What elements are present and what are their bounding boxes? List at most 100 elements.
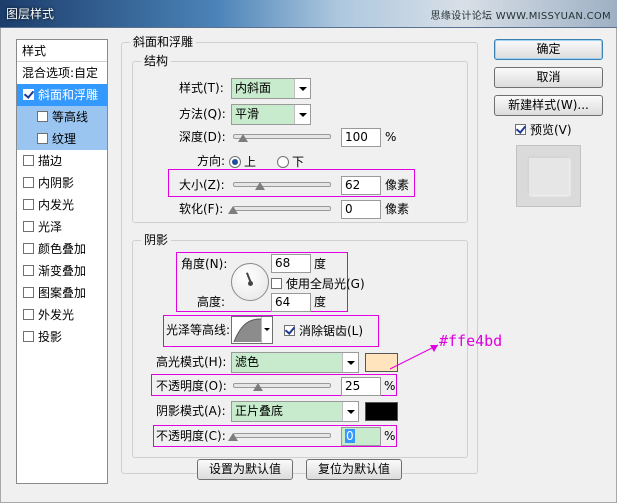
direction-down-label: 下 <box>292 155 305 169</box>
technique-select[interactable]: 平滑 <box>231 104 311 125</box>
highlight-opacity-input[interactable]: 25 <box>341 377 381 396</box>
shadow-opacity-label: 不透明度(C): <box>156 429 226 443</box>
highlight-opacity-slider[interactable] <box>233 379 331 393</box>
depth-input[interactable]: 100 <box>341 128 381 147</box>
soften-label: 软化(F): <box>179 202 224 216</box>
chevron-down-icon <box>261 317 272 343</box>
slider-thumb[interactable] <box>252 379 263 392</box>
angle-input[interactable]: 68 <box>271 254 311 273</box>
cancel-button[interactable]: 取消 <box>494 67 603 88</box>
color-overlay-checkbox[interactable] <box>23 243 34 254</box>
shadow-mode-select[interactable]: 正片叠底 <box>231 401 359 422</box>
size-unit: 像素 <box>385 178 410 192</box>
size-slider[interactable] <box>233 178 331 192</box>
shadow-color-swatch[interactable] <box>365 402 398 421</box>
style-list-header[interactable]: 样式 <box>17 40 107 62</box>
style-item-label: 等高线 <box>52 110 89 124</box>
style-preview-thumbnail <box>516 145 581 207</box>
stroke-checkbox[interactable] <box>23 155 34 166</box>
angle-label: 角度(N): <box>181 257 228 271</box>
bevel-checkbox[interactable] <box>23 89 34 100</box>
inner-glow-checkbox[interactable] <box>23 199 34 210</box>
slider-track <box>233 182 331 187</box>
style-item-pattern-overlay[interactable]: 图案叠加 <box>17 282 107 304</box>
technique-value: 平滑 <box>235 107 260 121</box>
highlight-opacity-unit: % <box>384 379 396 393</box>
depth-label: 深度(D): <box>179 130 226 144</box>
preview-toggle[interactable]: 预览(V) <box>515 122 572 138</box>
chevron-down-icon <box>342 353 358 372</box>
direction-down-radio[interactable]: 下 <box>277 154 304 170</box>
gradient-overlay-checkbox[interactable] <box>23 265 34 276</box>
contour-checkbox[interactable] <box>37 111 48 122</box>
texture-checkbox[interactable] <box>37 133 48 144</box>
style-item-color-overlay[interactable]: 颜色叠加 <box>17 238 107 260</box>
style-item-inner-glow[interactable]: 内发光 <box>17 194 107 216</box>
style-item-bevel[interactable]: 斜面和浮雕 <box>17 84 107 106</box>
highlight-mode-select[interactable]: 滤色 <box>231 352 359 373</box>
style-item-contour[interactable]: 等高线 <box>17 106 107 128</box>
shadow-opacity-slider[interactable] <box>228 429 331 443</box>
new-style-button[interactable]: 新建样式(W)... <box>494 95 603 116</box>
slider-thumb[interactable] <box>228 429 238 442</box>
depth-slider[interactable] <box>233 130 331 144</box>
global-light-checkbox[interactable] <box>271 278 282 289</box>
angle-unit: 度 <box>314 257 327 271</box>
shadow-mode-value: 正片叠底 <box>235 404 284 418</box>
set-default-button[interactable]: 设置为默认值 <box>197 459 293 480</box>
style-item-gradient-overlay[interactable]: 渐变叠加 <box>17 260 107 282</box>
preview-inner <box>529 158 569 195</box>
style-item-label: 光泽 <box>38 220 63 234</box>
anti-alias-label: 消除锯齿(L) <box>299 324 364 338</box>
global-light-toggle[interactable]: 使用全局光(G) <box>271 276 365 292</box>
style-item-stroke[interactable]: 描边 <box>17 150 107 172</box>
style-item-label: 描边 <box>38 154 63 168</box>
slider-thumb[interactable] <box>255 178 266 191</box>
anti-alias-toggle[interactable]: 消除锯齿(L) <box>284 323 363 339</box>
slider-thumb[interactable] <box>228 202 238 215</box>
outer-glow-checkbox[interactable] <box>23 309 34 320</box>
slider-track <box>233 206 331 211</box>
style-item-outer-glow[interactable]: 外发光 <box>17 304 107 326</box>
radio-selected[interactable] <box>229 156 241 168</box>
shading-title: 阴影 <box>141 233 172 247</box>
satin-checkbox[interactable] <box>23 221 34 232</box>
annotation-color-code: #ffe4bd <box>439 332 503 350</box>
slider-track <box>233 433 331 438</box>
size-input[interactable]: 62 <box>341 176 381 195</box>
preview-checkbox[interactable] <box>515 124 526 135</box>
gloss-contour-picker[interactable] <box>231 316 273 344</box>
global-light-label: 使用全局光(G) <box>286 277 365 291</box>
blend-options-item[interactable]: 混合选项:自定 <box>17 62 107 84</box>
title-bar: 图层样式 思缘设计论坛 WWW.MISSYUAN.COM <box>0 0 617 28</box>
style-item-label: 内发光 <box>38 198 75 212</box>
ok-button[interactable]: 确定 <box>494 39 603 60</box>
inner-shadow-checkbox[interactable] <box>23 177 34 188</box>
bevel-style-select[interactable]: 内斜面 <box>231 78 311 99</box>
style-item-inner-shadow[interactable]: 内阴影 <box>17 172 107 194</box>
style-item-label: 投影 <box>38 330 63 344</box>
style-item-texture[interactable]: 纹理 <box>17 128 107 150</box>
soften-input[interactable]: 0 <box>341 200 381 219</box>
style-item-label: 外发光 <box>38 308 75 322</box>
reset-default-button[interactable]: 复位为默认值 <box>306 459 402 480</box>
style-item-drop-shadow[interactable]: 投影 <box>17 326 107 348</box>
watermark: 思缘设计论坛 WWW.MISSYUAN.COM <box>430 11 611 22</box>
style-label: 样式(T): <box>179 81 224 95</box>
altitude-input[interactable]: 64 <box>271 293 311 312</box>
direction-up-radio[interactable]: 上 <box>229 154 256 170</box>
style-item-label: 内阴影 <box>38 176 75 190</box>
shadow-opacity-input[interactable]: 0 <box>341 427 381 446</box>
style-item-label: 颜色叠加 <box>38 242 87 256</box>
shadow-mode-label: 阴影模式(A): <box>156 404 226 418</box>
anti-alias-checkbox[interactable] <box>284 325 295 336</box>
style-item-label: 渐变叠加 <box>38 264 87 278</box>
size-label: 大小(Z): <box>179 178 225 192</box>
pattern-overlay-checkbox[interactable] <box>23 287 34 298</box>
drop-shadow-checkbox[interactable] <box>23 331 34 342</box>
radio-unselected[interactable] <box>277 156 289 168</box>
soften-slider[interactable] <box>228 202 331 216</box>
slider-thumb[interactable] <box>237 130 248 143</box>
style-item-satin[interactable]: 光泽 <box>17 216 107 238</box>
angle-dial[interactable] <box>231 263 269 301</box>
